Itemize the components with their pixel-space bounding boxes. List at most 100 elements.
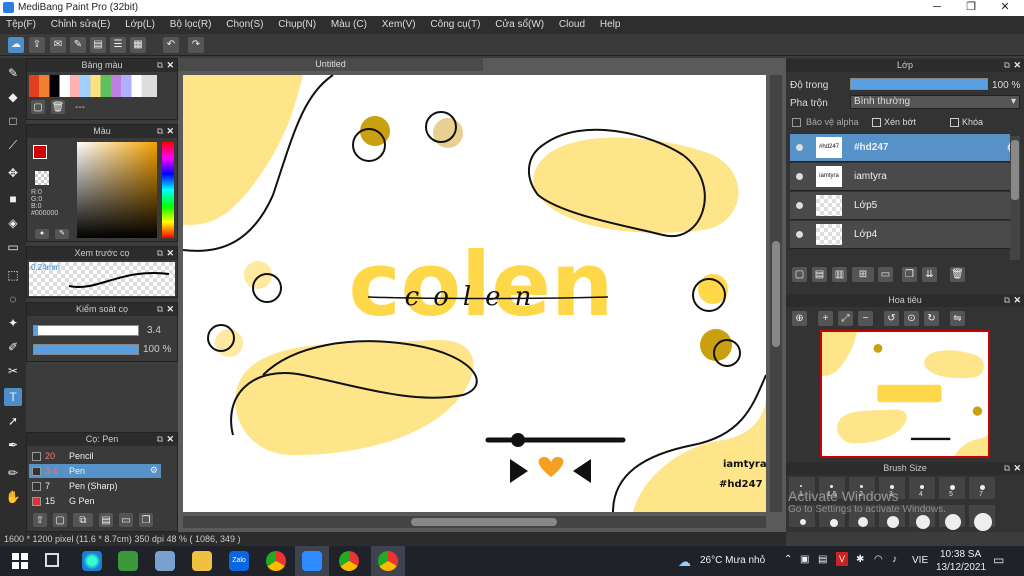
vertical-scrollbar[interactable]: [770, 75, 782, 512]
protect-alpha-checkbox[interactable]: [792, 118, 801, 127]
magic-wand-icon[interactable]: ✦: [4, 314, 22, 332]
fill-rect-tool-icon[interactable]: ■: [4, 190, 22, 208]
select-pen-icon[interactable]: ✐: [4, 338, 22, 356]
chrome-icon[interactable]: [266, 551, 286, 571]
copy-icon[interactable]: ⧉: [73, 513, 93, 527]
select-eraser-icon[interactable]: ✂: [4, 362, 22, 380]
brush-size-slot[interactable]: [908, 504, 936, 529]
brush-size-slot[interactable]: 3: [878, 476, 906, 500]
transparent-color[interactable]: [35, 171, 49, 185]
trash-icon[interactable]: 🗑: [51, 100, 65, 114]
new-page-icon[interactable]: ▢: [31, 100, 45, 114]
scroll-thumb[interactable]: [1011, 140, 1019, 200]
eye-icon[interactable]: [796, 231, 803, 238]
color-mode-icon[interactable]: ●: [35, 229, 49, 239]
add-layer-menu-icon[interactable]: ⊞: [852, 267, 874, 282]
gear-icon[interactable]: ⚙: [150, 465, 158, 476]
brush-size-slot[interactable]: [848, 504, 876, 528]
brush-size-slot[interactable]: [968, 504, 996, 531]
windows-start-icon[interactable]: [12, 553, 28, 569]
brush-item-selected[interactable]: 3.4 Pen ⚙: [29, 464, 161, 478]
menu-help[interactable]: Help: [594, 16, 627, 34]
app-icon[interactable]: [118, 551, 138, 571]
folder-icon[interactable]: ▭: [878, 267, 893, 282]
language-indicator[interactable]: VIE: [912, 555, 928, 566]
blend-select[interactable]: Bình thường ▾: [850, 95, 1020, 109]
eye-icon[interactable]: [796, 173, 803, 180]
menu-layer[interactable]: Lớp(L): [119, 16, 161, 34]
wifi-icon[interactable]: ◠: [874, 554, 883, 565]
menu-file[interactable]: Tệp(F): [0, 16, 42, 34]
menu-edit[interactable]: Chỉnh sửa(E): [45, 16, 117, 34]
close-icon[interactable]: ✕: [166, 125, 174, 138]
merge-layer-icon[interactable]: ⇊: [922, 267, 937, 282]
detach-icon[interactable]: ⧉: [1004, 294, 1010, 307]
brush-size-slot[interactable]: 2: [848, 476, 876, 500]
notification-icon[interactable]: ▭: [993, 553, 1004, 567]
trash-icon[interactable]: 🗑: [950, 267, 965, 282]
brush-size-slot[interactable]: 1: [788, 476, 816, 500]
close-icon[interactable]: ✕: [166, 247, 174, 260]
comment-icon[interactable]: ✉: [50, 37, 66, 53]
document-tab[interactable]: Untitled: [178, 58, 483, 71]
operation-tool-icon[interactable]: ➚: [4, 412, 22, 430]
undo-icon[interactable]: ↶: [163, 37, 179, 53]
opacity-slider[interactable]: [33, 344, 139, 355]
brush-size-slot[interactable]: [788, 504, 816, 528]
color-picker-icon[interactable]: ✎: [55, 229, 69, 239]
volume-icon[interactable]: ♪: [892, 554, 897, 565]
close-icon[interactable]: ✕: [166, 433, 174, 446]
close-button[interactable]: ✕: [988, 0, 1022, 16]
brush-item[interactable]: 7 Pen (Sharp): [29, 479, 161, 493]
clock-date[interactable]: 13/12/2021: [936, 562, 986, 573]
layer-opacity-slider[interactable]: [850, 78, 988, 90]
brush-size-slot[interactable]: 7: [968, 476, 996, 500]
close-icon[interactable]: ✕: [1013, 294, 1021, 307]
menu-snapshot[interactable]: Chụp(N): [272, 16, 322, 34]
close-icon[interactable]: ✕: [1013, 462, 1021, 475]
lock-checkbox[interactable]: [950, 118, 959, 127]
brush-item[interactable]: 20 Pencil: [29, 449, 161, 463]
foreground-color[interactable]: [33, 145, 47, 159]
detach-icon[interactable]: ⧉: [1004, 462, 1010, 475]
rectangle-tool-icon[interactable]: □: [4, 112, 22, 130]
close-icon[interactable]: ✕: [1013, 59, 1021, 72]
hue-slider[interactable]: [162, 142, 174, 238]
pen-tool-icon[interactable]: ✏: [4, 464, 22, 482]
duplicate-layer-icon[interactable]: ❐: [902, 267, 917, 282]
detach-icon[interactable]: ⧉: [157, 59, 163, 72]
size-slider[interactable]: [33, 325, 139, 336]
weather-text[interactable]: 26°C Mưa nhỏ: [700, 555, 765, 566]
rotate-left-icon[interactable]: ↺: [884, 311, 899, 326]
redo-icon[interactable]: ↷: [188, 37, 204, 53]
tray-v-icon[interactable]: V: [836, 552, 848, 566]
eraser-tool-icon[interactable]: ◆: [4, 88, 22, 106]
hand-tool-icon[interactable]: ✋: [4, 488, 22, 506]
tray-icon[interactable]: ▤: [818, 554, 827, 565]
cloud-icon[interactable]: ☁: [8, 37, 24, 53]
layer-row[interactable]: Lớp5: [790, 192, 1010, 220]
layer-row-selected[interactable]: #hd247#hd247⚙: [790, 134, 1010, 162]
horizontal-scrollbar[interactable]: [183, 516, 766, 528]
palette-swatches[interactable]: [29, 75, 157, 97]
folder-icon[interactable]: [192, 551, 212, 571]
eye-icon[interactable]: [796, 144, 803, 151]
menu-color[interactable]: Màu (C): [325, 16, 373, 34]
chrome-icon[interactable]: [378, 551, 398, 571]
folder-icon[interactable]: ▭: [119, 513, 133, 527]
zoom-app-icon[interactable]: [302, 551, 322, 571]
new-icon[interactable]: ▢: [53, 513, 67, 527]
brush-size-slot[interactable]: 1.5: [818, 476, 846, 500]
brush-size-slot[interactable]: 4: [908, 476, 936, 500]
task-view-icon[interactable]: [45, 553, 59, 567]
settings-list-icon[interactable]: ☰: [110, 37, 126, 53]
brush-size-slot[interactable]: [878, 504, 906, 528]
fit-icon[interactable]: ⤢: [838, 311, 853, 326]
zoom-out-icon[interactable]: −: [858, 311, 873, 326]
brush-item[interactable]: 15 G Pen: [29, 494, 161, 508]
document-icon[interactable]: ▤: [90, 37, 106, 53]
detach-icon[interactable]: ⧉: [1004, 59, 1010, 72]
menu-window[interactable]: Cửa sổ(W): [489, 16, 550, 34]
chevron-up-icon[interactable]: ⌃: [784, 554, 792, 565]
close-icon[interactable]: ✕: [166, 303, 174, 316]
